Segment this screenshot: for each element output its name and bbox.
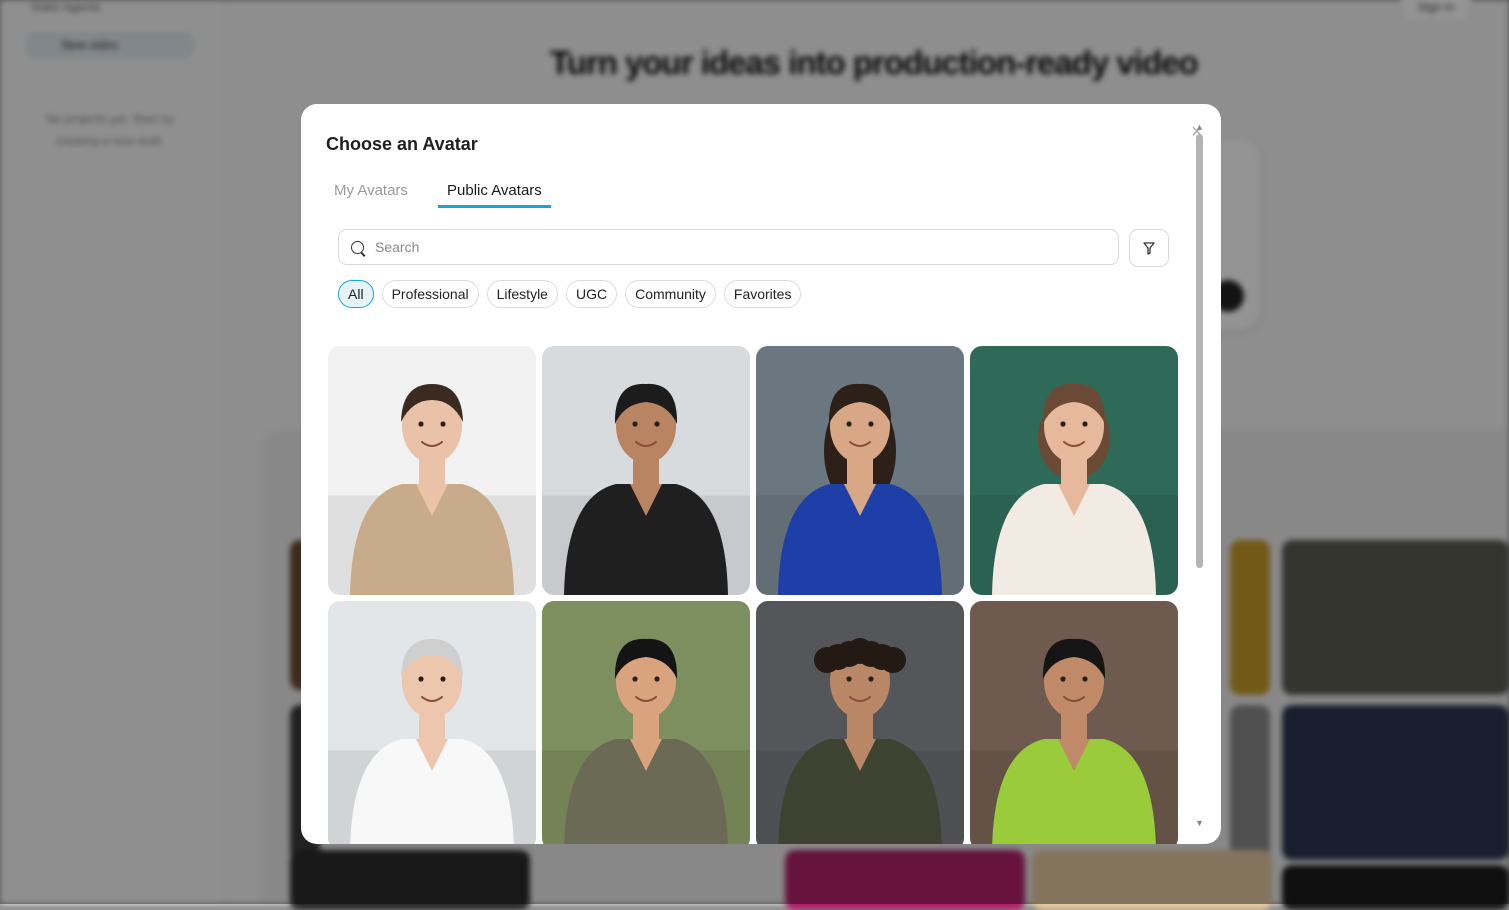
category-chips: All Professional Lifestyle UGC Community… xyxy=(338,280,802,308)
avatar-man-green-shirt[interactable] xyxy=(970,601,1178,844)
filter-button[interactable] xyxy=(1129,229,1169,267)
avatar-portrait xyxy=(970,346,1178,595)
scroll-down-icon[interactable]: ▼ xyxy=(1195,818,1204,828)
avatar-woman-blue-blouse[interactable] xyxy=(756,346,964,595)
avatar-portrait xyxy=(756,601,964,844)
avatar-man-podcast-mic[interactable] xyxy=(756,601,964,844)
avatar-portrait xyxy=(328,346,536,595)
filter-icon xyxy=(1143,242,1155,255)
scrollbar[interactable]: ▲ ▼ xyxy=(1195,122,1204,834)
avatar-woman-beige-blazer[interactable] xyxy=(328,346,536,595)
avatar-man-laptop-outdoor[interactable] xyxy=(542,601,750,844)
avatar-man-black-suit[interactable] xyxy=(542,346,750,595)
search-input[interactable] xyxy=(375,230,1095,264)
avatar-portrait xyxy=(328,601,536,844)
search-box xyxy=(338,229,1119,265)
avatar-portrait xyxy=(756,346,964,595)
chip-community[interactable]: Community xyxy=(625,280,716,308)
tab-my-avatars[interactable]: My Avatars xyxy=(325,182,417,206)
chip-all[interactable]: All xyxy=(338,280,374,308)
avatar-portrait xyxy=(542,601,750,844)
search-icon xyxy=(351,241,364,254)
chip-favorites[interactable]: Favorites xyxy=(723,280,802,308)
avatar-woman-chalkboard[interactable] xyxy=(970,346,1178,595)
chip-lifestyle[interactable]: Lifestyle xyxy=(486,280,558,308)
avatar-older-woman-glasses[interactable] xyxy=(328,601,536,844)
avatar-portrait xyxy=(542,346,750,595)
modal-title: Choose an Avatar xyxy=(326,134,478,154)
chip-ugc[interactable]: UGC xyxy=(565,280,618,308)
scroll-thumb[interactable] xyxy=(1196,134,1203,568)
choose-avatar-modal: Choose an Avatar × My Avatars Public Ava… xyxy=(301,104,1221,844)
tab-public-avatars[interactable]: Public Avatars xyxy=(438,182,551,208)
scroll-up-icon[interactable]: ▲ xyxy=(1195,122,1204,132)
chip-professional[interactable]: Professional xyxy=(381,280,479,308)
avatar-portrait xyxy=(970,601,1178,844)
